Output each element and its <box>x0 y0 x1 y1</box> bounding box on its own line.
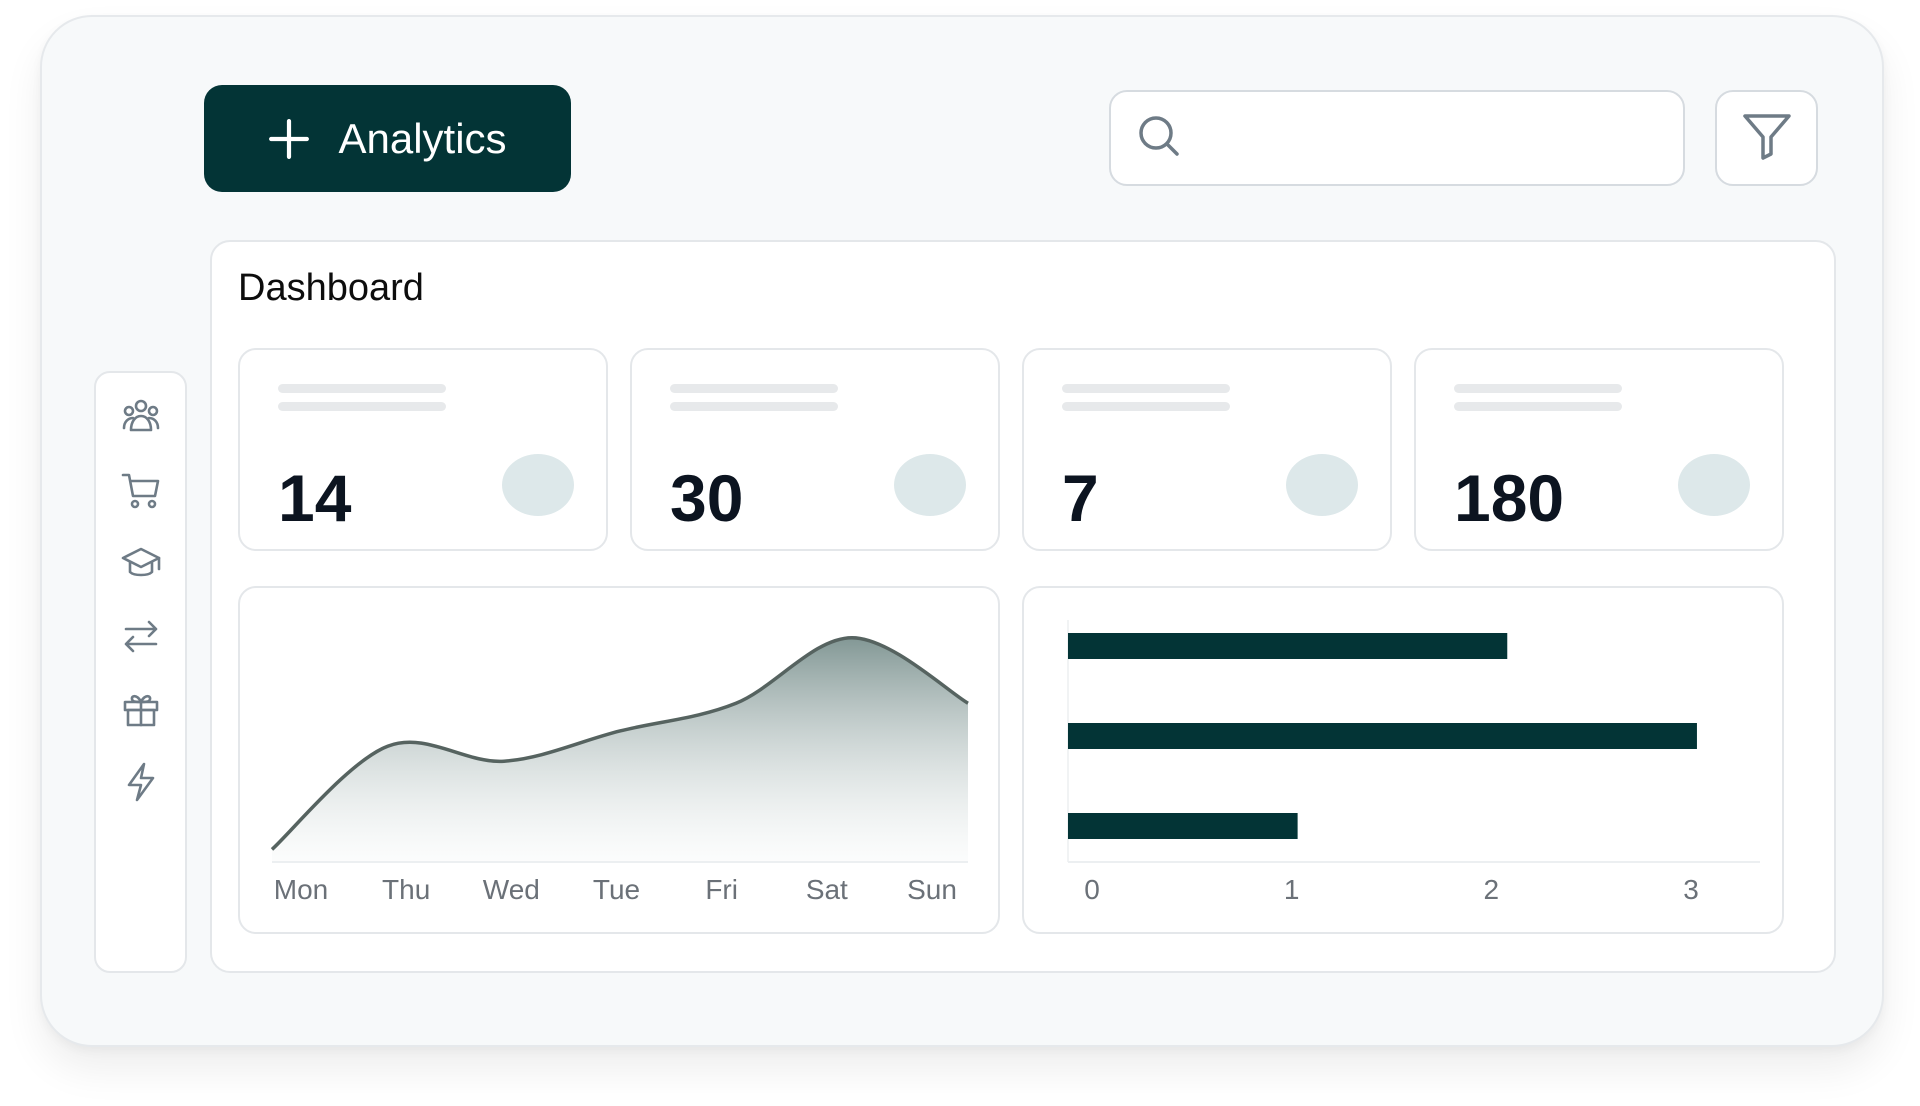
stat-value: 30 <box>670 461 744 535</box>
placeholder-line <box>278 402 446 411</box>
search-icon <box>1135 112 1183 165</box>
stat-dot <box>894 454 966 516</box>
cart-icon[interactable] <box>118 467 164 513</box>
graduation-cap-icon[interactable] <box>118 540 164 586</box>
placeholder-line <box>278 384 446 393</box>
stat-dot <box>1678 454 1750 516</box>
stat-dot <box>502 454 574 516</box>
placeholder-line <box>1454 384 1622 393</box>
stat-card: 180 <box>1414 348 1784 551</box>
stat-value: 14 <box>278 461 352 535</box>
bar-chart-card <box>1022 586 1784 934</box>
gift-icon[interactable] <box>118 686 164 732</box>
stat-card: 7 <box>1022 348 1392 551</box>
add-analytics-button-label: Analytics <box>338 114 507 162</box>
plus-icon <box>268 118 310 160</box>
placeholder-line <box>1062 384 1230 393</box>
search-input[interactable] <box>1199 100 1683 176</box>
users-icon[interactable] <box>118 394 164 440</box>
sidebar <box>94 371 187 973</box>
add-analytics-button[interactable]: Analytics <box>204 85 571 192</box>
placeholder-line <box>670 384 838 393</box>
filter-button[interactable] <box>1715 90 1818 186</box>
stat-value: 7 <box>1062 461 1099 535</box>
page-title: Dashboard <box>238 267 424 309</box>
area-chart-card <box>238 586 1000 934</box>
stat-dot <box>1286 454 1358 516</box>
search-box[interactable] <box>1109 90 1685 186</box>
lightning-icon[interactable] <box>118 759 164 805</box>
placeholder-line <box>670 402 838 411</box>
transfer-arrows-icon[interactable] <box>118 613 164 659</box>
placeholder-line <box>1454 402 1622 411</box>
stat-card: 30 <box>630 348 1000 551</box>
placeholder-line <box>1062 402 1230 411</box>
stat-value: 180 <box>1454 461 1565 535</box>
stat-card: 14 <box>238 348 608 551</box>
filter-icon <box>1739 108 1795 169</box>
